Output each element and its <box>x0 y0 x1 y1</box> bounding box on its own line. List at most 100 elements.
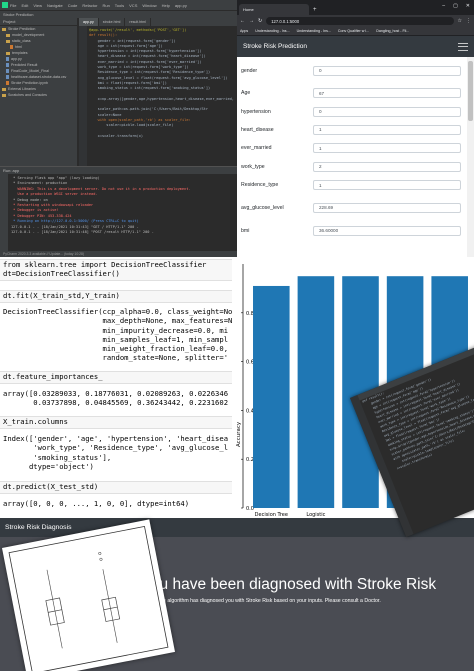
overlay-boxplot-image <box>2 519 176 671</box>
breadcrumb-project[interactable]: Stroke Prediction <box>3 12 33 17</box>
boxplot-svg <box>8 525 169 671</box>
work-type-input[interactable]: 2 <box>313 161 461 172</box>
bookmark-item[interactable]: Apps <box>240 29 248 33</box>
avg-glucose-level-input[interactable]: 228.69 <box>313 202 461 213</box>
cell-code-line: dt.feature_importances_ <box>3 372 103 381</box>
form-row: gender 0 <box>241 57 461 84</box>
bookmarks-bar: Apps Understanding - Ins... Understandin… <box>237 27 474 36</box>
scratches-icon <box>2 93 6 97</box>
code-line: x=np.array([gender,age,hypertension,hear… <box>89 96 234 101</box>
y-tick-label: 0.8 <box>246 311 254 317</box>
cell-code-line: X_train.columns <box>3 417 68 426</box>
bmi-input[interactable]: 36.60000 <box>313 225 461 236</box>
cell-code-line: dt.predict(X_test_std) <box>3 482 99 491</box>
menu-file[interactable]: File <box>10 3 16 8</box>
y-tick-label: 0.0 <box>246 506 254 512</box>
boxplot-whisker <box>102 569 118 643</box>
output-line: array([0, 0, 0, ..., 1, 0, 0], dtype=int… <box>3 499 190 508</box>
code-cell[interactable]: from sklearn.tree import DecisionTreeCla… <box>0 259 232 281</box>
star-icon[interactable]: ☆ <box>458 18 462 24</box>
csv-file-icon <box>6 75 9 79</box>
menu-run[interactable]: Run <box>102 3 109 8</box>
form-row: bmi 36.60000 <box>241 221 461 239</box>
html-file-icon <box>10 45 13 49</box>
back-icon[interactable]: ← <box>240 18 245 24</box>
ide-menubar: File Edit View Navigate Code Refactor Ru… <box>0 0 237 10</box>
menu-edit[interactable]: Edit <box>21 3 28 8</box>
output-line: Index(['gender', 'age', 'hypertension', … <box>3 434 229 443</box>
menu-help[interactable]: Help <box>162 3 170 8</box>
project-panel: Project Stroke Prediction model_developm… <box>0 18 78 166</box>
code-line: x=scaler.transform(x) <box>89 133 144 138</box>
output-line: random_state=None, splitter=' <box>3 353 229 363</box>
form-row: work_type 2 <box>241 158 461 176</box>
scrollbar-thumb[interactable] <box>468 61 473 121</box>
code-cell[interactable]: dt.feature_importances_ <box>0 371 232 384</box>
maximize-button[interactable]: ▢ <box>453 3 458 9</box>
bookmark-item[interactable]: Understanding - Ins... <box>297 29 331 33</box>
menu-tools[interactable]: Tools <box>115 3 124 8</box>
code-editor[interactable]: app.py stroke.html result.html @app.rout… <box>79 18 237 166</box>
output-line: min_samples_leaf=1, min_sampl <box>3 334 229 344</box>
menu-window[interactable]: Window <box>142 3 156 8</box>
field-label: gender <box>241 67 258 74</box>
menu-navigate[interactable]: Navigate <box>47 3 63 8</box>
console-line: 127.0.0.1 - - [18/Jan/2021 10:31:48] "PO… <box>11 229 154 234</box>
tab-result-html[interactable]: result.html <box>125 18 151 26</box>
navbar-brand[interactable]: Stroke Risk Prediction <box>243 43 307 50</box>
diagnosis-message: The algorithm has diagnosed you with Str… <box>157 598 381 604</box>
project-panel-title[interactable]: Project <box>3 19 15 24</box>
url-bar[interactable]: 127.0.0.1:5000 <box>266 17 454 25</box>
close-button[interactable]: ✕ <box>466 3 470 9</box>
browser-tab[interactable]: Home <box>239 4 309 15</box>
run-toolbar <box>0 174 8 251</box>
code-cell[interactable]: dt.predict(X_test_std) <box>0 481 232 494</box>
code-cell[interactable]: X_train.columns <box>0 416 232 429</box>
status-text[interactable]: PyCharm 2020.3.3 available // Update... … <box>3 252 84 256</box>
form-row: Age 67 <box>241 84 461 102</box>
menu-vcs[interactable]: VCS <box>129 3 137 8</box>
hamburger-menu-icon[interactable] <box>458 42 468 51</box>
diagnosis-navbar-brand[interactable]: Stroke Risk Diagnosis <box>5 524 71 531</box>
code-cell[interactable]: dt.fit(X_train_std,Y_train) <box>0 290 232 303</box>
browser-window: Home + – ▢ ✕ ← → ↻ 127.0.0.1:5000 ☆ ⋮ Ap… <box>237 0 474 257</box>
tab-stroke-html[interactable]: stroke.html <box>99 18 126 26</box>
file-icon <box>6 69 9 73</box>
page-scrollbar[interactable] <box>467 57 474 257</box>
minimize-button[interactable]: – <box>442 3 445 9</box>
age-input[interactable]: 67 <box>313 88 461 99</box>
menu-code[interactable]: Code <box>68 3 78 8</box>
new-tab-button[interactable]: + <box>313 7 317 13</box>
run-panel-title[interactable]: Run: app <box>3 168 19 173</box>
output-line: 'work_type', 'Residence_type', 'avg_gluc… <box>3 443 229 453</box>
output-line: 'smoking_status'], <box>3 452 112 462</box>
residence-type-input[interactable]: 1 <box>313 180 461 191</box>
tree-item[interactable]: Scratches and Consoles <box>0 92 77 98</box>
heart-disease-input[interactable]: 1 <box>313 124 461 135</box>
forward-icon[interactable]: → <box>249 18 254 24</box>
hypertension-input[interactable]: 0 <box>313 106 461 117</box>
y-tick-label: 0.2 <box>246 457 254 463</box>
bookmark-item[interactable]: Conv Qualifier w I... <box>338 29 369 33</box>
menu-refactor[interactable]: Refactor <box>82 3 97 8</box>
run-panel: Run: app * Serving Flask app "app" (lazy… <box>0 166 237 257</box>
cell-output: Index(['gender', 'age', 'hypertension', … <box>0 434 232 471</box>
form-row: avg_glucose_level 228.69 <box>241 194 461 221</box>
field-label: Age <box>241 90 251 97</box>
breadcrumb: Stroke Prediction <box>0 10 237 18</box>
bookmark-item[interactable]: Understanding - Ins... <box>255 29 289 33</box>
reload-icon[interactable]: ↻ <box>258 18 262 24</box>
bookmark-item[interactable]: Dangling_host - Fil... <box>376 29 409 33</box>
field-label: bmi <box>241 227 250 234</box>
folder-icon <box>6 51 10 55</box>
gender-input[interactable]: 0 <box>313 65 461 76</box>
field-label: avg_glucose_level <box>241 204 284 211</box>
boxplot-outlier <box>99 557 103 561</box>
menu-view[interactable]: View <box>33 3 42 8</box>
menu-dots-icon[interactable]: ⋮ <box>466 18 471 24</box>
ever-married-input[interactable]: 1 <box>313 143 461 154</box>
cell-output: DecisionTreeClassifier(ccp_alpha=0.0, cl… <box>0 307 232 363</box>
tab-app-py[interactable]: app.py <box>79 18 99 26</box>
form-row: heart_disease 1 <box>241 121 461 139</box>
cell-code-line: dt=DecisionTreeClassifier() <box>3 269 120 279</box>
